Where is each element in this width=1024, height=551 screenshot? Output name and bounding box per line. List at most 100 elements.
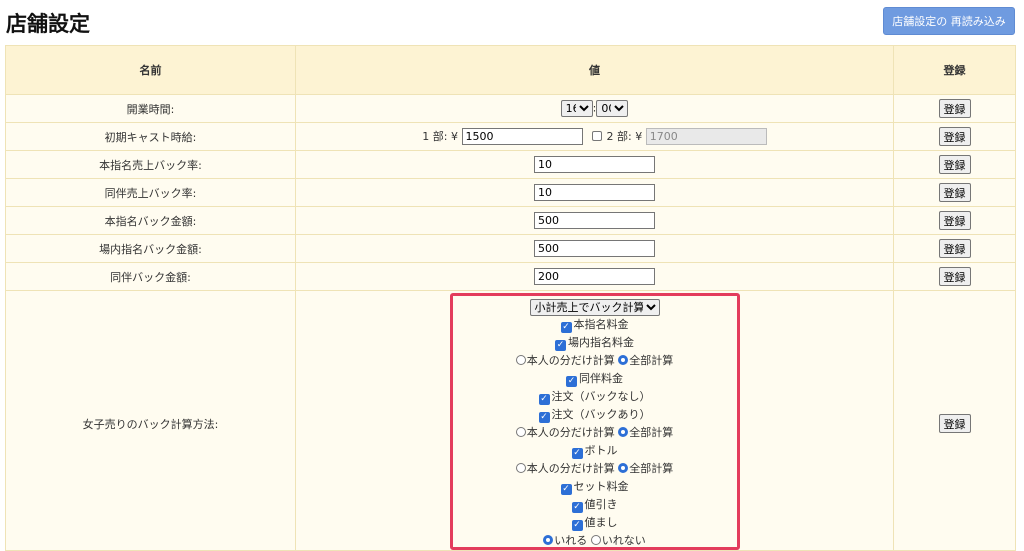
part2-wage-input[interactable]: [645, 128, 767, 146]
row-label-opening-time: 開業時間:: [5, 94, 296, 123]
row-label-companion-sales-back-rate: 同伴売上バック率:: [5, 178, 296, 207]
register-cell: 登録: [893, 262, 1016, 291]
register-button-girls-sales-back-method[interactable]: 登録: [938, 414, 971, 433]
register-cell: 登録: [893, 122, 1016, 151]
checkbox-line: ✓ 同伴料金: [453, 370, 737, 388]
companion-back-amount-input[interactable]: [534, 268, 655, 285]
exclude-radio[interactable]: [590, 535, 601, 545]
row-label-initial-cast-wage: 初期キャスト時給:: [5, 122, 296, 151]
part2-checkbox[interactable]: [592, 130, 602, 141]
radio-line: 本人の分だけ計算 全部計算: [453, 424, 737, 442]
table-header-row: 名前 値 登録: [5, 45, 1016, 95]
order-with-back-checkbox[interactable]: ✓: [538, 412, 550, 423]
register-button-opening-time[interactable]: 登録: [938, 99, 971, 118]
own-only-label: 本人の分だけ計算: [526, 426, 615, 439]
register-cell: 登録: [893, 150, 1016, 179]
nomination-fee-label: 本指名料金: [573, 318, 629, 331]
table-row: 女子売りのバック計算方法: 小計売上でバック計算 ✓ 本指名料金 ✓ 場内指名料金 …: [5, 290, 1016, 551]
header-value: 値: [295, 45, 894, 95]
own-only-label: 本人の分だけ計算: [526, 462, 615, 475]
table-row: 場内指名バック金額: 登録: [5, 234, 1016, 263]
checkbox-line: ✓ 本指名料金: [453, 316, 737, 334]
register-button-nomination-back-amount[interactable]: 登録: [938, 211, 971, 230]
row-label-nomination-back-amount: 本指名バック金額:: [5, 206, 296, 235]
include-label: いれる: [554, 534, 588, 547]
own-only-radio[interactable]: [515, 355, 526, 365]
register-cell: 登録: [893, 234, 1016, 263]
table-row: 本指名売上バック率: 登録: [5, 150, 1016, 179]
companion-sales-back-rate-input[interactable]: [534, 184, 655, 201]
in-store-nomination-fee-checkbox[interactable]: ✓: [555, 340, 566, 351]
checkbox-line: ✓ 値引き: [453, 496, 737, 514]
companion-fee-label: 同伴料金: [579, 372, 623, 385]
nomination-fee-checkbox[interactable]: ✓: [560, 322, 572, 333]
own-only-radio[interactable]: [515, 427, 526, 437]
include-radio[interactable]: [543, 535, 554, 545]
register-button-in-store-nomination-back-amount[interactable]: 登録: [938, 239, 971, 258]
nomination-back-amount-value: [295, 206, 894, 235]
header-register: 登録: [893, 45, 1016, 95]
reload-settings-button[interactable]: 店舗設定の 再読み込み: [883, 7, 1015, 35]
radio-line: 本人の分だけ計算 全部計算: [453, 460, 737, 478]
all-calc-radio[interactable]: [618, 355, 629, 365]
radio-line: 本人の分だけ計算 全部計算: [453, 352, 737, 370]
order-no-back-label: 注文（バックなし）: [551, 390, 651, 403]
all-calc-label: 全部計算: [629, 354, 674, 367]
markup-label: 値まし: [584, 516, 618, 529]
in-store-nomination-fee-label: 場内指名料金: [568, 336, 634, 349]
table-row: 本指名バック金額: 登録: [5, 206, 1016, 235]
exclude-label: いれない: [601, 534, 646, 547]
row-label-girls-sales-back-method: 女子売りのバック計算方法:: [5, 290, 296, 551]
initial-cast-wage-value: 1 部: ¥ 2 部: ¥: [295, 122, 894, 151]
all-calc-radio[interactable]: [618, 427, 629, 437]
checkbox-line: ✓ 値まし: [453, 514, 737, 532]
all-calc-label: 全部計算: [629, 426, 674, 439]
part1-label: 1 部: ¥: [422, 129, 458, 143]
row-label-in-store-nomination-back-amount: 場内指名バック金額:: [5, 234, 296, 263]
in-store-nomination-back-amount-value: [295, 234, 894, 263]
checkbox-line: ✓ 場内指名料金: [453, 334, 737, 352]
order-no-back-checkbox[interactable]: ✓: [538, 394, 550, 405]
row-label-companion-back-amount: 同伴バック金額:: [5, 262, 296, 291]
register-cell: 登録: [893, 206, 1016, 235]
nomination-sales-back-rate-value: [295, 150, 894, 179]
checkbox-line: ✓ 注文（バックあり）: [453, 406, 737, 424]
register-button-nomination-sales-back-rate[interactable]: 登録: [938, 155, 971, 174]
table-row: 同伴売上バック率: 登録: [5, 178, 1016, 207]
order-with-back-label: 注文（バックあり）: [551, 408, 651, 421]
own-only-radio[interactable]: [515, 463, 526, 473]
header-name: 名前: [5, 45, 296, 95]
all-calc-radio[interactable]: [618, 463, 629, 473]
bottle-label: ボトル: [584, 444, 618, 457]
register-cell: 登録: [893, 290, 1016, 551]
register-button-companion-sales-back-rate[interactable]: 登録: [938, 183, 971, 202]
table-row: 同伴バック金額: 登録: [5, 262, 1016, 291]
nomination-sales-back-rate-input[interactable]: [534, 156, 655, 173]
companion-back-amount-value: [295, 262, 894, 291]
opening-time-value: 16 : 00: [295, 94, 894, 123]
discount-checkbox[interactable]: ✓: [571, 502, 583, 513]
part1-wage-input[interactable]: [461, 128, 583, 146]
checkbox-line: ✓ 注文（バックなし）: [453, 388, 737, 406]
markup-checkbox[interactable]: ✓: [571, 520, 583, 531]
page-title: 店舗設定: [6, 12, 90, 36]
settings-table: 名前 値 登録 開業時間: 16 : 00 登録 初期キャスト時給: 1 部: …: [5, 45, 1016, 551]
register-button-companion-back-amount[interactable]: 登録: [938, 267, 971, 286]
bottle-checkbox[interactable]: ✓: [571, 448, 583, 459]
nomination-back-amount-input[interactable]: [534, 212, 655, 229]
set-fee-label: セット料金: [573, 480, 629, 493]
companion-sales-back-rate-value: [295, 178, 894, 207]
back-method-select[interactable]: 小計売上でバック計算: [529, 298, 660, 316]
opening-hour-select[interactable]: 16: [560, 100, 593, 117]
radio-line: いれる いれない: [453, 532, 737, 550]
register-cell: 登録: [893, 178, 1016, 207]
in-store-nomination-back-amount-input[interactable]: [534, 240, 655, 257]
back-method-highlight-box: 小計売上でバック計算 ✓ 本指名料金 ✓ 場内指名料金 本人の分だけ計算 全部計算 …: [449, 293, 740, 550]
register-button-initial-cast-wage[interactable]: 登録: [938, 127, 971, 146]
row-label-nomination-sales-back-rate: 本指名売上バック率:: [5, 150, 296, 179]
checkbox-line: ✓ ボトル: [453, 442, 737, 460]
set-fee-checkbox[interactable]: ✓: [560, 484, 572, 495]
part2-label: 2 部: ¥: [606, 129, 643, 143]
opening-minute-select[interactable]: 00: [596, 100, 629, 117]
companion-fee-checkbox[interactable]: ✓: [566, 376, 577, 387]
